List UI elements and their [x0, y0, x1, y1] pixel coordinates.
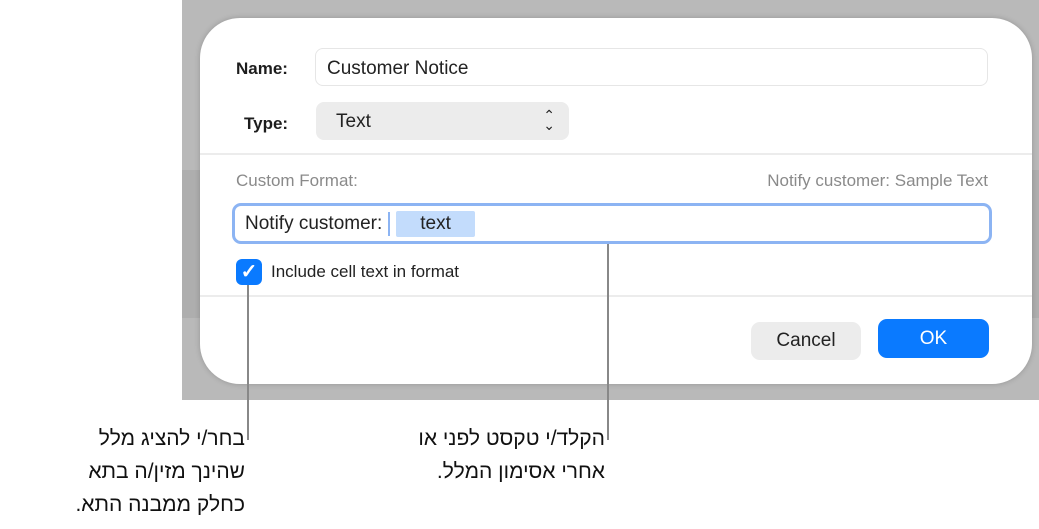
callout-right: הקלד/י טקסט לפני או אחרי אסימון המלל. [418, 422, 605, 488]
divider [200, 295, 1032, 297]
text-token[interactable]: text [396, 210, 475, 237]
callout-leader-line [607, 244, 609, 440]
format-preview: Notify customer: Sample Text [767, 171, 988, 190]
callout-line: כחלק ממבנה התא. [75, 493, 245, 516]
type-popup[interactable]: Text ⌃ ⌄ [316, 102, 569, 140]
name-input[interactable]: Customer Notice [315, 48, 988, 86]
callout-line: בחר/י להציג מלל [98, 427, 245, 450]
callout-line: אחרי אסימון המלל. [436, 460, 605, 483]
name-label: Name: [236, 59, 288, 78]
custom-format-label: Custom Format: [236, 171, 358, 190]
callout-leader-line [247, 285, 249, 440]
text-cursor [388, 211, 391, 236]
format-field[interactable]: Notify customer: text [232, 203, 992, 244]
callout-line: הקלד/י טקסט לפני או [418, 427, 605, 450]
type-label: Type: [244, 114, 289, 133]
up-down-chevron-icon: ⌃ ⌄ [543, 107, 555, 133]
format-prefix-text[interactable]: Notify customer: [245, 213, 382, 235]
checkmark-icon: ✓ [240, 261, 258, 283]
ok-button[interactable]: OK [878, 319, 989, 358]
include-cell-text-checkbox[interactable]: ✓ [236, 259, 262, 285]
callout-left: בחר/י להציג מלל שהינך מזין/ה בתא כחלק ממ… [75, 422, 245, 521]
checkbox-label[interactable]: Include cell text in format [271, 262, 459, 282]
type-value: Text [336, 111, 371, 132]
custom-format-dialog: Name: Customer Notice Type: Text ⌃ ⌄ Cust… [200, 18, 1032, 384]
divider [200, 153, 1032, 155]
cancel-button[interactable]: Cancel [751, 322, 861, 360]
callout-line: שהינך מזין/ה בתא [88, 460, 245, 483]
